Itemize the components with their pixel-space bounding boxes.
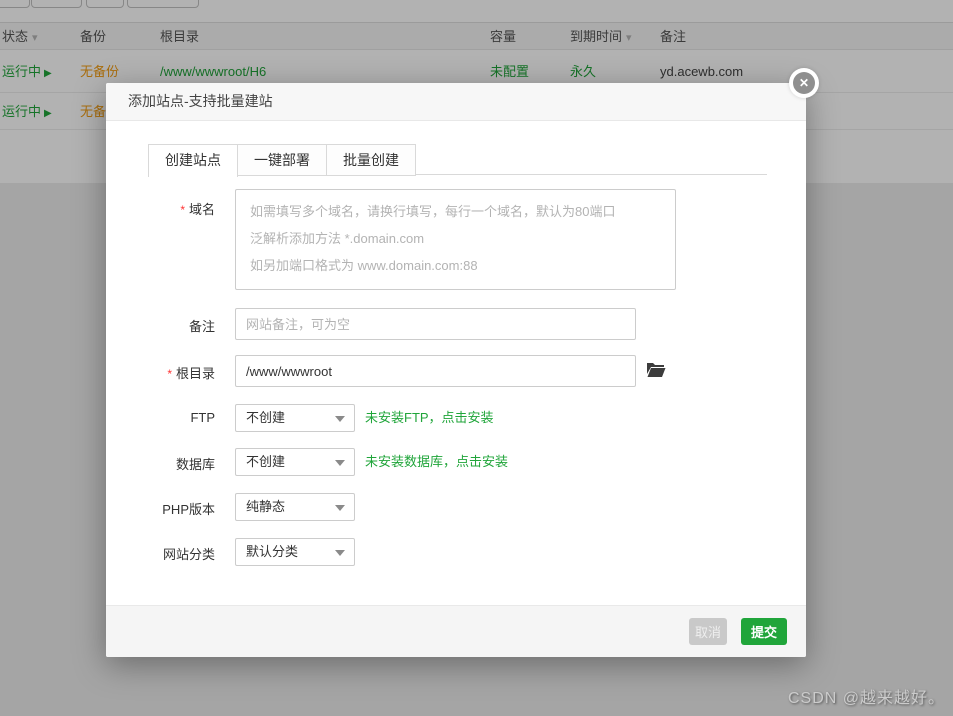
domain-textarea[interactable]: 如需填写多个域名，请换行填写，每行一个域名，默认为80端口 泛解析添加方法 *.… xyxy=(235,189,676,290)
add-site-modal: ✕ 添加站点-支持批量建站 创建站点 一键部署 批量创建 * 域名 如需填写多个域… xyxy=(106,68,819,657)
domain-placeholder-line: 泛解析添加方法 *.domain.com xyxy=(250,231,425,246)
close-icon: ✕ xyxy=(793,72,815,94)
tab-one-click-deploy[interactable]: 一键部署 xyxy=(237,144,327,176)
rootdir-label: * 根目录 xyxy=(167,366,215,381)
tab-create-site[interactable]: 创建站点 xyxy=(148,144,238,177)
screen: 状态 ▾ 备份 根目录 容量 到期时间 ▾ 备注 运行中 ▶ 无备份 /www/www… xyxy=(0,0,953,716)
required-marker: * xyxy=(180,203,185,217)
modal-title: 添加站点-支持批量建站 xyxy=(106,83,806,121)
csdn-watermark: CSDN @越来越好。 xyxy=(787,690,945,707)
database-label: 数据库 xyxy=(175,457,215,472)
browse-folder-button[interactable] xyxy=(644,361,668,381)
database-select[interactable]: 不创建 xyxy=(235,448,355,476)
php-version-select[interactable]: 纯静态 xyxy=(235,493,355,521)
tab-bar: 创建站点 一键部署 批量创建 xyxy=(148,144,416,177)
tab-batch-create[interactable]: 批量创建 xyxy=(326,144,416,176)
domain-label: * 域名 xyxy=(180,202,215,217)
note-label: 备注 xyxy=(188,319,215,334)
domain-placeholder-line: 如需填写多个域名，请换行填写，每行一个域名，默认为80端口 xyxy=(250,204,616,219)
cancel-button[interactable]: 取消 xyxy=(689,618,727,645)
ftp-label: FTP xyxy=(190,410,215,425)
site-category-select[interactable]: 默认分类 xyxy=(235,538,355,566)
site-category-label: 网站分类 xyxy=(162,547,215,562)
ftp-select[interactable]: 不创建 xyxy=(235,404,355,432)
note-input[interactable] xyxy=(235,308,636,340)
folder-icon xyxy=(647,362,666,377)
php-version-label: PHP版本 xyxy=(162,502,215,517)
rootdir-input[interactable] xyxy=(235,355,636,387)
chevron-down-icon xyxy=(335,550,345,556)
ftp-install-link[interactable]: 未安装FTP，点击安装 xyxy=(365,404,494,432)
chevron-down-icon xyxy=(335,416,345,422)
submit-button[interactable]: 提交 xyxy=(741,618,787,645)
chevron-down-icon xyxy=(335,460,345,466)
close-button[interactable]: ✕ xyxy=(789,68,819,98)
database-install-link[interactable]: 未安装数据库，点击安装 xyxy=(365,448,508,476)
chevron-down-icon xyxy=(335,505,345,511)
domain-placeholder-line: 如另加端口格式为 www.domain.com:88 xyxy=(250,258,478,273)
modal-footer: 取消 提交 xyxy=(106,605,806,657)
required-marker: * xyxy=(167,367,172,381)
